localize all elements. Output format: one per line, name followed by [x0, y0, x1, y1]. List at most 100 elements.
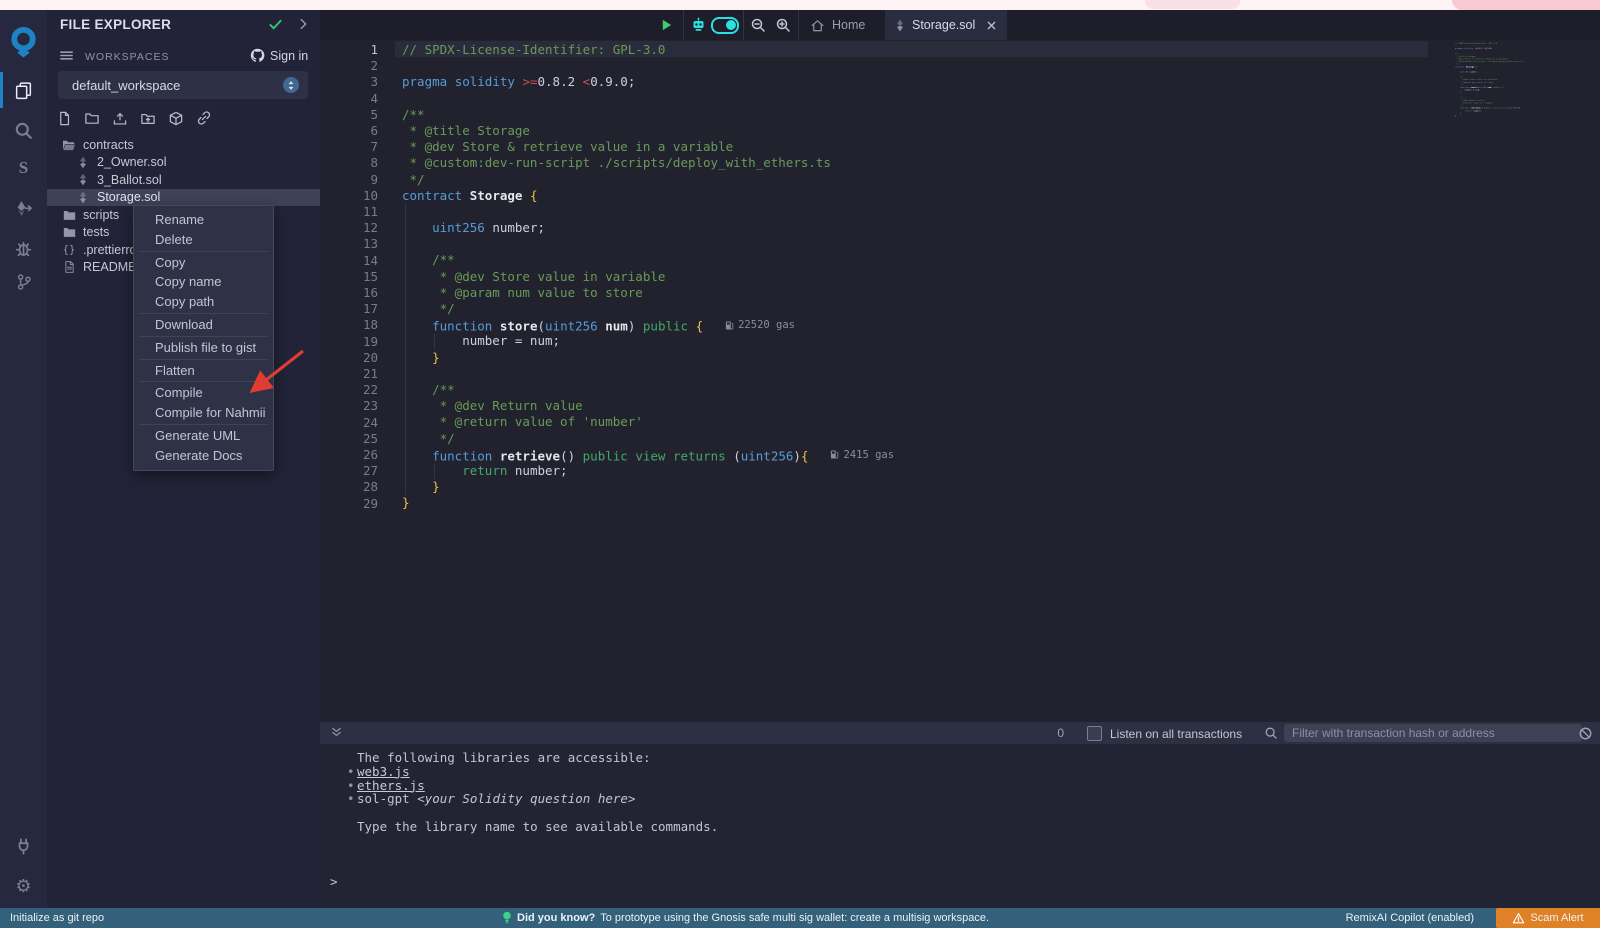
- menu-item-rename[interactable]: Rename: [134, 210, 273, 230]
- search-icon[interactable]: [0, 112, 47, 148]
- code-line[interactable]: [402, 366, 894, 382]
- folder-icon: [62, 209, 76, 221]
- menu-item-download[interactable]: Download: [134, 315, 273, 335]
- menu-item-compile-for-nahmii[interactable]: Compile for Nahmii: [134, 403, 273, 423]
- menu-item-copy[interactable]: Copy: [134, 253, 273, 273]
- ai-copilot-toggle[interactable]: [710, 10, 740, 40]
- deploy-run-icon[interactable]: [0, 190, 47, 226]
- terminal-link[interactable]: ethers.js: [357, 779, 425, 793]
- chevron-right-icon[interactable]: [296, 17, 310, 31]
- code-line[interactable]: contract Storage {: [402, 188, 894, 204]
- code-line[interactable]: * @dev Return value: [402, 398, 894, 414]
- did-you-know-tip: Did you know? To prototype using the Gno…: [502, 911, 989, 925]
- menu-item-copy-name[interactable]: Copy name: [134, 272, 273, 292]
- file-explorer-icon[interactable]: [0, 72, 47, 108]
- code-line[interactable]: // SPDX-License-Identifier: GPL-3.0: [402, 42, 894, 58]
- menu-item-flatten[interactable]: Flatten: [134, 361, 273, 381]
- code-line[interactable]: pragma solidity >=0.8.2 <0.9.0;: [402, 74, 894, 90]
- menu-separator: [139, 381, 268, 382]
- remix-logo-icon[interactable]: [0, 24, 47, 60]
- transaction-filter-input[interactable]: [1284, 724, 1582, 742]
- terminal-link[interactable]: web3.js: [357, 765, 410, 779]
- code-line[interactable]: }: [402, 479, 894, 495]
- zoom-in-icon[interactable]: [770, 10, 796, 40]
- code-line[interactable]: }: [402, 495, 894, 511]
- menu-item-generate-docs[interactable]: Generate Docs: [134, 446, 273, 466]
- settings-icon[interactable]: ⚙: [0, 868, 47, 904]
- terminal-output[interactable]: The following libraries are accessible:•…: [320, 744, 1600, 908]
- ipfs-box-icon[interactable]: [168, 110, 184, 126]
- menu-item-generate-uml[interactable]: Generate UML: [134, 426, 273, 446]
- workspace-select[interactable]: default_workspace: [58, 71, 308, 99]
- code-line[interactable]: number = num;: [402, 333, 894, 349]
- editor-tabbar: Home Storage.sol: [320, 10, 1600, 40]
- ai-copilot-icon[interactable]: [686, 10, 710, 40]
- upload-folder-icon[interactable]: [140, 110, 156, 126]
- code-line[interactable]: /**: [402, 382, 894, 398]
- code-line[interactable]: * @title Storage: [402, 123, 894, 139]
- menu-item-delete[interactable]: Delete: [134, 230, 273, 250]
- code-line[interactable]: [402, 91, 894, 107]
- menu-item-publish-file-to-gist[interactable]: Publish file to gist: [134, 338, 273, 358]
- code-line[interactable]: function retrieve() public view returns …: [402, 447, 894, 463]
- line-number: 17: [320, 301, 378, 317]
- listen-all-checkbox[interactable]: [1087, 726, 1102, 741]
- listen-all-label[interactable]: Listen on all transactions: [1110, 727, 1242, 741]
- code-line[interactable]: [402, 204, 894, 220]
- run-script-button[interactable]: [650, 10, 683, 40]
- tree-item[interactable]: contracts: [47, 136, 320, 154]
- debugger-icon[interactable]: [0, 230, 47, 266]
- scam-alert-button[interactable]: Scam Alert: [1496, 908, 1600, 928]
- search-icon[interactable]: [1264, 726, 1278, 740]
- line-number: 28: [320, 479, 378, 495]
- code-line[interactable]: [402, 236, 894, 252]
- sign-in-button[interactable]: Sign in: [250, 48, 308, 63]
- code-line[interactable]: * @dev Store value in variable: [402, 269, 894, 285]
- tab-home[interactable]: Home: [800, 10, 875, 40]
- editor-minimap[interactable]: // SPDX-License-Identifier: GPL-3.0pragm…: [1455, 42, 1587, 132]
- clear-console-icon[interactable]: [1578, 726, 1593, 741]
- code-line[interactable]: uint256 number;: [402, 220, 894, 236]
- tab-storage-sol[interactable]: Storage.sol: [885, 10, 1007, 40]
- code-line[interactable]: }: [402, 350, 894, 366]
- new-file-icon[interactable]: [56, 110, 72, 126]
- code-line[interactable]: */: [402, 172, 894, 188]
- code-line[interactable]: /**: [402, 252, 894, 268]
- upload-file-icon[interactable]: [112, 110, 128, 126]
- code-line[interactable]: * @return value of 'number': [402, 414, 894, 430]
- code-line[interactable]: * @custom:dev-run-script ./scripts/deplo…: [402, 155, 894, 171]
- code-line[interactable]: * @param num value to store: [402, 285, 894, 301]
- github-icon: [250, 48, 265, 63]
- line-number: 3: [320, 74, 378, 90]
- menu-item-copy-path[interactable]: Copy path: [134, 292, 273, 312]
- check-icon[interactable]: [268, 17, 283, 32]
- solidity-icon: [76, 173, 90, 186]
- copilot-status[interactable]: RemixAI Copilot (enabled): [1346, 912, 1474, 924]
- git-icon[interactable]: [0, 264, 47, 300]
- braces-icon: {}: [62, 244, 76, 256]
- line-number: 25: [320, 431, 378, 447]
- plugin-manager-icon[interactable]: [0, 828, 47, 864]
- active-plugin-indicator: [0, 72, 3, 108]
- code-line[interactable]: function store(uint256 num) public {2252…: [402, 317, 894, 333]
- line-number: 26: [320, 447, 378, 463]
- code-line[interactable]: */: [402, 301, 894, 317]
- code-line[interactable]: /**: [402, 107, 894, 123]
- workspaces-menu-icon[interactable]: [59, 48, 74, 63]
- code-line[interactable]: [402, 58, 894, 74]
- code-line[interactable]: */: [402, 431, 894, 447]
- code-line[interactable]: return number;: [402, 463, 894, 479]
- code-line[interactable]: * @dev Store & retrieve value in a varia…: [402, 139, 894, 155]
- tree-item[interactable]: 2_Owner.sol: [47, 154, 320, 172]
- menu-item-compile[interactable]: Compile: [134, 383, 273, 403]
- new-folder-icon[interactable]: [84, 110, 100, 126]
- init-git-repo-button[interactable]: Initialize as git repo: [10, 912, 104, 924]
- zoom-out-icon[interactable]: [745, 10, 771, 40]
- close-tab-icon[interactable]: [986, 20, 997, 31]
- tree-item[interactable]: 3_Ballot.sol: [47, 171, 320, 189]
- tree-item[interactable]: Storage.sol: [47, 189, 320, 207]
- line-number: 11: [320, 204, 378, 220]
- terminal-expand-icon[interactable]: [330, 726, 343, 739]
- link-icon[interactable]: [196, 110, 212, 126]
- solidity-compiler-icon[interactable]: S: [0, 150, 47, 186]
